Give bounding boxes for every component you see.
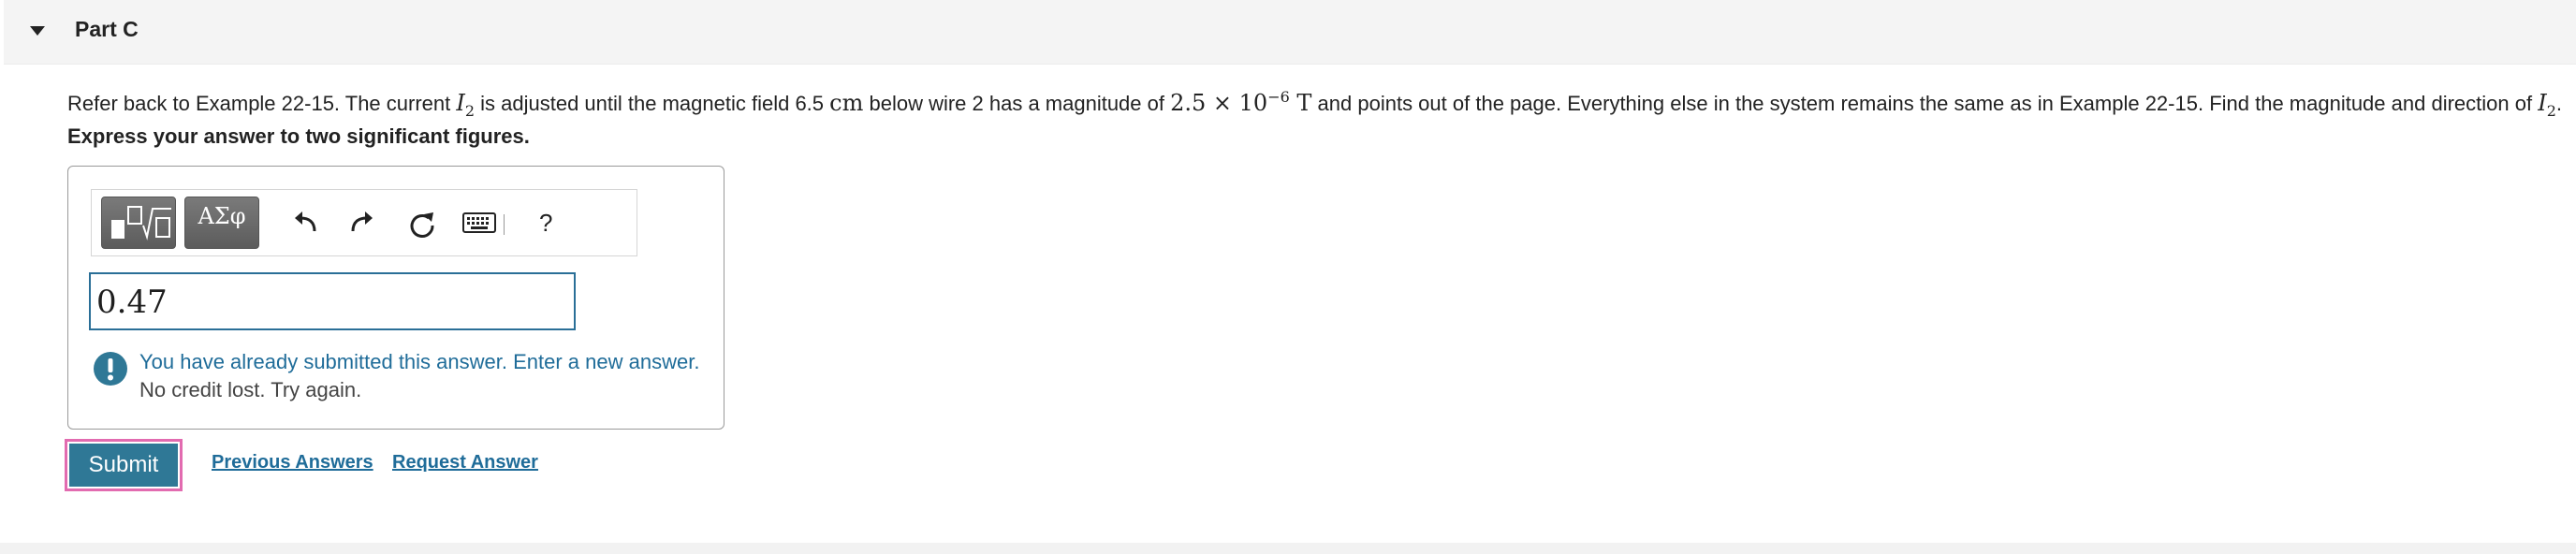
section-divider <box>0 543 2576 554</box>
feedback-message: You have already submitted this answer. … <box>139 350 700 373</box>
problem-text-segment: below wire 2 has a magnitude of <box>863 92 1171 115</box>
answer-panel: ΑΣφ ? 0.47 You have already submitted th… <box>67 166 724 430</box>
reset-icon[interactable] <box>408 211 436 239</box>
field-magnitude: 2.5 × 10−6 T <box>1170 88 1312 116</box>
problem-period: . <box>2555 92 2562 115</box>
templates-button[interactable] <box>101 197 176 249</box>
keyboard-icon[interactable] <box>462 212 496 233</box>
problem-text-segment: and points out of the page. Everything e… <box>1311 92 2539 115</box>
instruction-text: Express your answer to two significant f… <box>67 124 530 148</box>
part-title: Part C <box>75 17 139 41</box>
caret-down-icon[interactable] <box>28 24 47 37</box>
help-icon[interactable]: ? <box>539 209 552 238</box>
unit-cm: cm <box>829 90 864 116</box>
symbols-button[interactable]: ΑΣφ <box>184 197 259 249</box>
problem-text-segment: Refer back to Example 22-15. The current <box>67 92 457 115</box>
current-symbol: I2 <box>456 90 476 120</box>
part-header[interactable]: Part C <box>4 0 2576 65</box>
exclamation-icon <box>94 352 127 386</box>
undo-icon[interactable] <box>292 209 320 237</box>
page: Part C Refer back to Example 22-15. The … <box>0 0 2576 554</box>
redo-icon[interactable] <box>347 209 375 237</box>
submit-button[interactable]: Submit <box>65 439 183 491</box>
answer-input[interactable]: 0.47 <box>89 272 576 330</box>
templates-icon <box>111 206 171 241</box>
current-symbol-end: I2 <box>2538 90 2556 120</box>
problem-text-segment: is adjusted until the magnetic field 6.5 <box>475 92 830 115</box>
feedback-detail: No credit lost. Try again. <box>139 378 362 401</box>
request-answer-link[interactable]: Request Answer <box>392 452 538 474</box>
toolbar-divider <box>504 214 505 235</box>
previous-answers-link[interactable]: Previous Answers <box>212 452 373 474</box>
math-toolbar: ΑΣφ ? <box>91 189 637 256</box>
problem-statement: Refer back to Example 22-15. The current… <box>67 80 2567 128</box>
